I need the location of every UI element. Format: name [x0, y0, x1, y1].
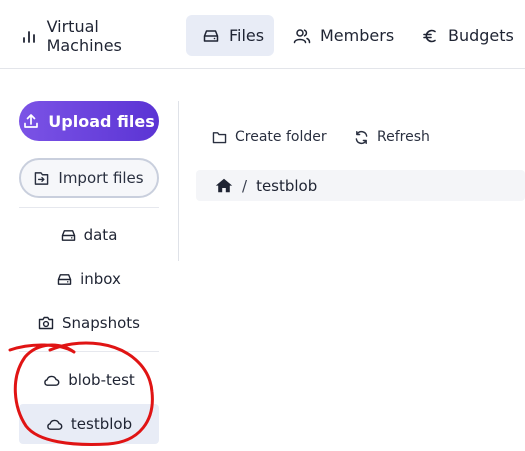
create-folder-label: Create folder: [235, 129, 327, 145]
tab-label: Files: [229, 26, 265, 45]
snapshot-icon: [38, 316, 54, 330]
breadcrumb-separator: /: [242, 176, 248, 195]
bar-chart-icon: [20, 27, 38, 45]
cloud-icon: [43, 374, 60, 387]
upload-icon: [23, 113, 39, 129]
breadcrumb-current[interactable]: testblob: [256, 177, 317, 195]
import-files-button[interactable]: Import files: [19, 158, 159, 198]
folder-icon: [212, 131, 227, 144]
sidebar-item-label: testblob: [70, 415, 133, 433]
sidebar-item-testblob[interactable]: testblob: [19, 404, 159, 444]
euro-icon: [421, 27, 439, 45]
breadcrumb: / testblob: [196, 170, 525, 201]
sidebar-item-blob-test[interactable]: blob-test: [19, 360, 159, 400]
sidebar-separator: [178, 101, 179, 261]
top-nav: Virtual Machines Files Members Budgets: [0, 0, 525, 69]
home-icon[interactable]: [215, 178, 233, 193]
users-icon: [293, 27, 311, 45]
import-files-label: Import files: [58, 169, 144, 187]
sidebar-item-label: data: [83, 226, 118, 244]
refresh-button[interactable]: Refresh: [354, 125, 430, 149]
sidebar-item-label: blob-test: [68, 371, 135, 389]
sidebar-item-data[interactable]: data: [19, 215, 159, 255]
sidebar-item-inbox[interactable]: inbox: [19, 259, 159, 299]
upload-files-button[interactable]: Upload files: [19, 101, 159, 141]
cloud-icon: [46, 418, 63, 431]
sidebar-item-label: inbox: [80, 270, 121, 288]
sidebar-item-label: Snapshots: [62, 314, 140, 332]
tab-label: Members: [320, 26, 395, 45]
refresh-label: Refresh: [377, 129, 430, 145]
refresh-icon: [354, 130, 369, 145]
tab-label: Virtual Machines: [46, 16, 122, 55]
tab-files[interactable]: Files: [186, 15, 274, 56]
drive-icon: [57, 273, 72, 286]
sidebar-item-snapshots[interactable]: Snapshots: [19, 303, 159, 343]
tab-budgets[interactable]: Budgets: [412, 15, 520, 56]
upload-files-label: Upload files: [48, 111, 155, 131]
drive-icon: [61, 229, 76, 242]
create-folder-button[interactable]: Create folder: [212, 125, 327, 149]
sidebar-divider: [19, 351, 159, 352]
tab-members[interactable]: Members: [284, 15, 400, 56]
sidebar-divider: [19, 207, 159, 208]
tab-virtual-machines[interactable]: Virtual Machines: [14, 15, 176, 56]
drive-icon: [202, 27, 220, 45]
import-icon: [34, 171, 49, 186]
tab-label: Budgets: [448, 26, 514, 45]
